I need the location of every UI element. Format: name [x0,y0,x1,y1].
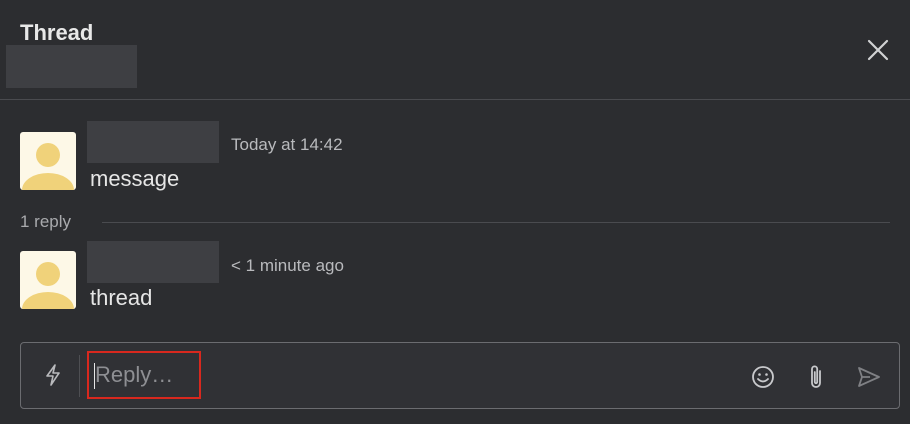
reply-composer [20,342,900,409]
avatar[interactable] [20,132,76,190]
thread-header: Thread [0,0,910,100]
smiley-icon[interactable] [751,365,775,389]
author-name-redacted[interactable] [87,121,219,163]
lightning-bolt-icon[interactable] [43,363,63,387]
author-name-redacted[interactable] [87,241,219,283]
channel-name-redacted [6,45,137,88]
avatar[interactable] [20,251,76,309]
replies-divider [102,222,890,223]
close-icon[interactable] [864,36,892,64]
message-timestamp[interactable]: < 1 minute ago [231,256,344,276]
composer-separator [79,355,80,397]
paperclip-icon[interactable] [807,363,825,391]
text-caret [94,363,95,389]
thread-title: Thread [20,20,94,45]
paper-plane-icon[interactable] [857,365,881,389]
reply-count: 1 reply [20,212,72,231]
message-timestamp[interactable]: Today at 14:42 [231,135,343,155]
message-text: thread [90,285,153,310]
message-text: message [90,166,180,191]
reply-input[interactable] [87,351,201,399]
